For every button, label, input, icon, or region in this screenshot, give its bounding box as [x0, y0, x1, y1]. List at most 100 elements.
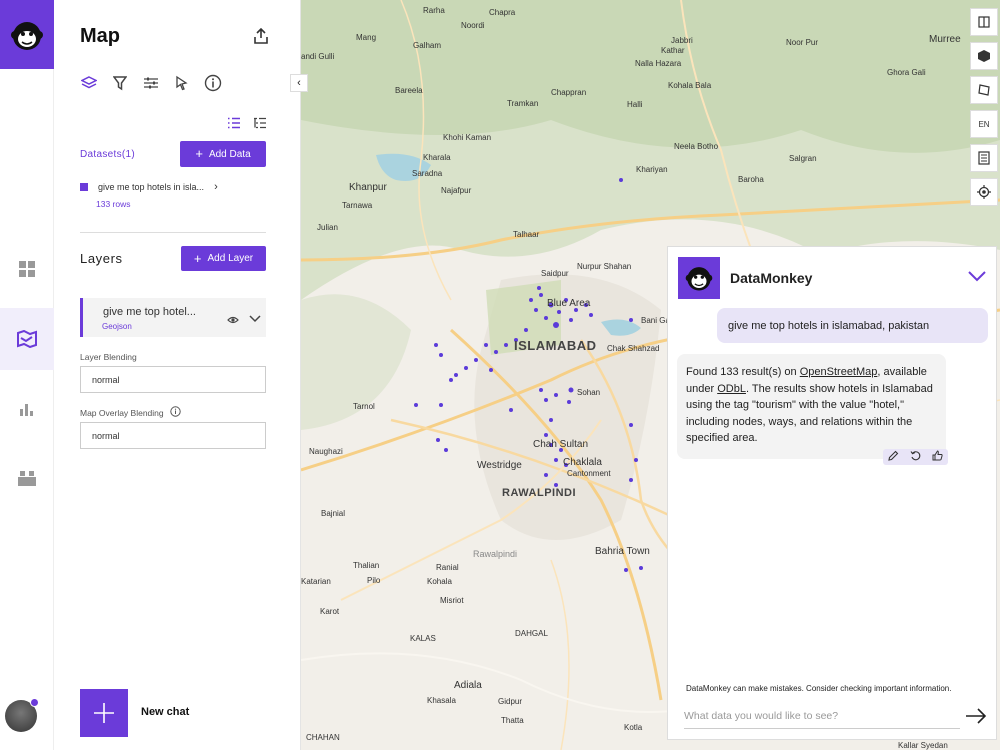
dashboard-nav-icon[interactable] [0, 238, 54, 300]
eye-icon[interactable] [227, 312, 239, 330]
plus-icon: + [195, 146, 203, 161]
place-label: Kotla [624, 723, 643, 732]
user-message: give me top hotels in islamabad, pakista… [717, 308, 988, 343]
place-label: Bajnial [321, 509, 346, 518]
chevron-right-icon[interactable]: › [214, 181, 218, 193]
new-chat-label[interactable]: New chat [141, 706, 189, 718]
layer-blending-label: Layer Blending [80, 352, 137, 362]
send-arrow-icon[interactable] [965, 708, 987, 729]
thumbs-up-icon[interactable] [932, 448, 943, 466]
place-label: ISLAMABAD [514, 338, 597, 353]
chart-nav-icon[interactable] [0, 378, 54, 440]
place-label: Naughazi [309, 447, 343, 456]
place-label: Misriot [440, 596, 464, 605]
place-label: Murree [929, 34, 961, 45]
map-controls: EN [970, 8, 1000, 212]
team-nav-icon[interactable] [0, 447, 54, 509]
place-label: Khasala [427, 696, 456, 705]
place-label: Cantonment [567, 469, 611, 478]
place-label: Khariyan [636, 165, 668, 174]
place-label: KALAS [410, 634, 436, 643]
place-label: andi Gulli [301, 52, 335, 61]
add-data-button[interactable]: + Add Data [180, 141, 266, 167]
sliders-icon[interactable] [142, 74, 160, 92]
language-button[interactable]: EN [970, 110, 998, 138]
panel-title: Map [80, 25, 120, 47]
place-label: Kallar Syedan [898, 741, 948, 750]
place-label: Westridge [477, 460, 522, 471]
place-label: DAHGAL [515, 629, 548, 638]
place-label: Tramkan [507, 99, 539, 108]
overlay-blending-label: Map Overlay Blending [80, 406, 181, 419]
chat-panel: DataMonkey give me top hotels in islamab… [667, 246, 997, 740]
filter-icon[interactable] [111, 74, 129, 92]
place-label: RAWALPINDI [502, 487, 577, 499]
place-label: Jabbri [671, 36, 693, 45]
place-label: Saidpur [541, 269, 569, 278]
collapse-panel-icon[interactable]: ‹ [290, 74, 308, 92]
dataset-rows: 133 rows [96, 199, 131, 209]
place-label: Chah Sultan [533, 439, 589, 450]
3d-cube-icon[interactable] [970, 42, 998, 70]
place-label: Tarnol [353, 402, 375, 411]
place-label: Chaklala [563, 457, 602, 468]
monkey-logo-icon[interactable] [0, 0, 54, 69]
edit-icon[interactable] [888, 448, 899, 466]
place-label: Baroha [738, 175, 764, 184]
assistant-message: Found 133 result(s) on OpenStreetMap, av… [677, 354, 946, 459]
map-nav-icon[interactable] [0, 308, 54, 370]
disclaimer: DataMonkey can make mistakes. Consider c… [686, 684, 952, 693]
chevron-down-icon[interactable] [249, 310, 261, 328]
layer-type: Geojson [102, 322, 132, 331]
place-label: Blue Area [547, 298, 591, 309]
draw-polygon-icon[interactable] [970, 76, 998, 104]
place-label: Sohan [577, 388, 601, 397]
retry-icon[interactable] [910, 448, 921, 466]
map-side-panel: Map Datasets(1) + Add Data give me top h… [54, 0, 301, 750]
tree-view-icon[interactable] [253, 116, 267, 134]
info-icon[interactable] [204, 74, 222, 92]
place-label: Neela Botho [674, 142, 719, 151]
split-map-icon[interactable] [970, 8, 998, 36]
list-view-icon[interactable] [227, 116, 241, 134]
place-label: Rarha [423, 6, 445, 15]
layers-title: Layers [80, 251, 123, 266]
dataset-item[interactable]: give me top hotels in isla... › [80, 181, 218, 193]
place-label: Pilo [367, 576, 381, 585]
info-icon[interactable] [169, 406, 181, 419]
add-layer-button[interactable]: + Add Layer [181, 246, 266, 271]
view-toggle [227, 116, 267, 134]
place-label: Mang [356, 33, 377, 42]
place-label: Julian [317, 223, 338, 232]
place-label: Najafpur [441, 186, 472, 195]
overlay-blending-select[interactable]: normal [80, 422, 266, 449]
legend-icon[interactable] [970, 144, 998, 172]
locate-icon[interactable] [970, 178, 998, 206]
plus-icon [94, 703, 114, 723]
new-chat-button[interactable] [80, 689, 128, 737]
nav-rail [0, 0, 54, 750]
overlay-blending-label-text: Map Overlay Blending [80, 407, 164, 418]
place-label: Bani Ga [641, 316, 670, 325]
panel-toolbar [80, 74, 222, 92]
export-icon[interactable] [254, 27, 268, 49]
cursor-icon[interactable] [173, 74, 191, 92]
place-label: Chapra [489, 8, 516, 17]
layer-blending-label-text: Layer Blending [80, 352, 137, 362]
place-label: Noordi [461, 21, 485, 30]
place-label: Khanpur [349, 182, 387, 193]
place-label: Salgran [789, 154, 817, 163]
layer-card[interactable]: give me top hotel... Geojson [80, 298, 266, 337]
place-label: Thalian [353, 561, 380, 570]
place-label: Galham [413, 41, 442, 50]
message-actions [883, 449, 948, 465]
layer-blending-select[interactable]: normal [80, 366, 266, 393]
place-label: Nurpur Shahan [577, 262, 632, 271]
odbl-link[interactable]: ODbL [717, 383, 746, 395]
chevron-down-icon[interactable] [968, 269, 986, 287]
osm-link[interactable]: OpenStreetMap [800, 366, 878, 378]
chat-input[interactable]: What data you would like to see? [684, 710, 960, 729]
layers-icon[interactable] [80, 74, 98, 92]
user-avatar[interactable] [5, 698, 39, 732]
place-label: Nalla Hazara [635, 59, 682, 68]
